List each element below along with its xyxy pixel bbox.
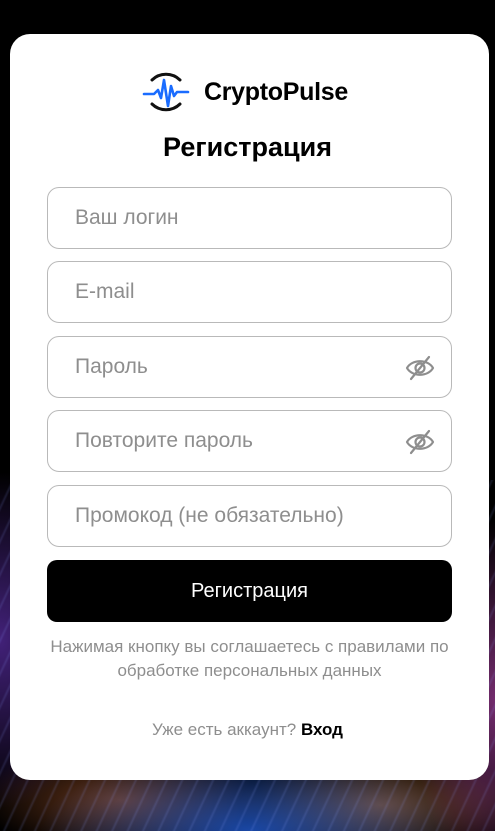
login-field[interactable] <box>47 187 452 249</box>
login-prompt: Уже есть аккаунт? Вход <box>0 720 495 740</box>
login-input[interactable] <box>48 188 451 248</box>
password-repeat-field[interactable] <box>47 410 452 472</box>
brand-name: CryptoPulse <box>204 77 348 106</box>
pulse-circle-icon <box>142 72 190 112</box>
password-input[interactable] <box>48 337 451 397</box>
login-link[interactable]: Вход <box>301 720 343 739</box>
register-button[interactable]: Регистрация <box>47 560 452 622</box>
terms-text: Нажимая кнопку вы соглашаетесь с правила… <box>50 637 449 680</box>
eye-off-icon[interactable] <box>405 354 435 382</box>
eye-off-icon[interactable] <box>405 428 435 456</box>
promo-field[interactable] <box>47 485 452 547</box>
password-field[interactable] <box>47 336 452 398</box>
brand-logo: CryptoPulse <box>142 70 348 114</box>
page-title: Регистрация <box>163 132 332 162</box>
promo-input[interactable] <box>48 486 451 546</box>
email-input[interactable] <box>48 262 451 322</box>
email-field[interactable] <box>47 261 452 323</box>
password-repeat-input[interactable] <box>48 411 451 471</box>
have-account-text: Уже есть аккаунт? <box>152 720 297 739</box>
